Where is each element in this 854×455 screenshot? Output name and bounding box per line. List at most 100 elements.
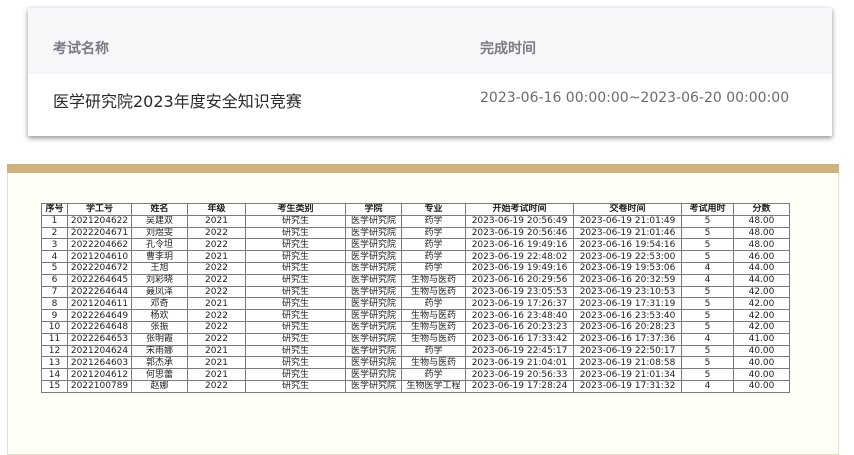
table-cell: 研究生 bbox=[245, 368, 346, 381]
table-cell: 4 bbox=[41, 250, 68, 263]
table-cell: 药学 bbox=[401, 261, 466, 275]
table-cell: 2021 bbox=[187, 356, 246, 370]
table-cell: 生物医学工程 bbox=[401, 379, 466, 393]
table-row: 15 2022100789 赵娜 2022 研究生 医学研究院 生物医学工程 2023-06-… bbox=[41, 379, 790, 393]
table-cell: 3 bbox=[41, 238, 68, 252]
table-cell: 2023-06-19 17:28:24 bbox=[465, 379, 574, 393]
table-cell: 2023-06-19 22:50:17 bbox=[573, 344, 682, 358]
table-cell: 48.00 bbox=[733, 214, 790, 228]
table-cell: 2021204624 bbox=[67, 344, 132, 358]
column-header: 序号 bbox=[41, 203, 68, 216]
table-cell: 2021204610 bbox=[67, 250, 132, 263]
table-cell: 研究生 bbox=[245, 226, 346, 240]
table-cell: 医学研究院 bbox=[345, 344, 402, 358]
table-cell: 2023-06-16 23:48:40 bbox=[465, 309, 574, 322]
table-cell: 研究生 bbox=[245, 297, 346, 311]
table-cell: 医学研究院 bbox=[345, 332, 402, 346]
column-header: 年级 bbox=[187, 203, 246, 216]
table-row: 8 2021204611 邓奇 2021 研究生 医学研究院 药学 2023-06-19 17… bbox=[41, 297, 790, 311]
column-header: 学工号 bbox=[67, 203, 132, 216]
table-cell: 2021 bbox=[187, 214, 246, 228]
table-cell: 吴建双 bbox=[131, 214, 188, 228]
table-cell: 13 bbox=[41, 356, 68, 370]
table-cell: 2022 bbox=[187, 379, 246, 393]
table-cell: 4 bbox=[681, 379, 734, 393]
table-cell: 5 bbox=[681, 297, 734, 311]
table-cell: 2022204671 bbox=[67, 226, 132, 240]
table-cell: 40.00 bbox=[733, 368, 790, 381]
table-cell: 医学研究院 bbox=[345, 261, 402, 275]
table-cell: 5 bbox=[681, 344, 734, 358]
table-cell: 医学研究院 bbox=[345, 285, 402, 299]
table-cell: 2022 bbox=[187, 320, 246, 334]
spreadsheet-screenshot: 序号 学工号 姓名 年级 考生类别 学院 专业 开始考试时间 交卷时间 考试用时 分数 1 20212… bbox=[7, 164, 839, 455]
table-cell: 研究生 bbox=[245, 320, 346, 334]
table-cell: 44.00 bbox=[733, 261, 790, 275]
column-header: 学院 bbox=[345, 203, 402, 216]
table-cell: 研究生 bbox=[245, 261, 346, 275]
table-cell: 研究生 bbox=[245, 238, 346, 252]
table-cell: 2021204612 bbox=[67, 368, 132, 381]
table-cell: 杨欢 bbox=[131, 309, 188, 322]
table-cell: 2023-06-16 20:32:59 bbox=[573, 273, 682, 287]
table-cell: 何思蕾 bbox=[131, 368, 188, 381]
table-cell: 医学研究院 bbox=[345, 309, 402, 322]
table-cell: 12 bbox=[41, 344, 68, 358]
table-cell: 2022264645 bbox=[67, 273, 132, 287]
table-cell: 2023-06-19 22:45:17 bbox=[465, 344, 574, 358]
table-cell: 6 bbox=[41, 273, 68, 287]
table-cell: 2021 bbox=[187, 250, 246, 263]
table-cell: 2022264653 bbox=[67, 332, 132, 346]
table-cell: 40.00 bbox=[733, 379, 790, 393]
exam-name-column-header: 考试名称 bbox=[53, 41, 109, 57]
table-cell: 48.00 bbox=[733, 238, 790, 252]
table-cell: 41.00 bbox=[733, 332, 790, 346]
table-cell: 44.00 bbox=[733, 273, 790, 287]
table-cell: 2023-06-19 19:53:06 bbox=[573, 261, 682, 275]
table-row: 10 2022264648 张振 2022 研究生 医学研究院 生物与医药 2023-06-1… bbox=[41, 320, 790, 334]
table-cell: 5 bbox=[681, 226, 734, 240]
table-row: 11 2022264653 张明霞 2022 研究生 医学研究院 生物与医药 2023-06-… bbox=[41, 332, 790, 346]
table-cell: 2023-06-19 21:08:58 bbox=[573, 356, 682, 370]
table-cell: 邓奇 bbox=[131, 297, 188, 311]
table-cell: 15 bbox=[41, 379, 68, 393]
table-cell: 刘煜雯 bbox=[131, 226, 188, 240]
table-row: 1 2021204622 吴建双 2021 研究生 医学研究院 药学 2023-06-19 2… bbox=[41, 214, 790, 228]
exam-info-card: 考试名称 完成时间 医学研究院2023年度安全知识竞赛 2023-06-16 0… bbox=[28, 8, 832, 136]
table-cell: 张振 bbox=[131, 320, 188, 334]
completion-time-value: 2023-06-16 00:00:00~2023-06-20 00:00:00 bbox=[480, 90, 790, 106]
table-row: 3 2022204662 孔令坦 2022 研究生 医学研究院 药学 2023-06-16 1… bbox=[41, 238, 790, 252]
table-cell: 2023-06-19 23:10:53 bbox=[573, 285, 682, 299]
table-header-row: 序号 学工号 姓名 年级 考生类别 学院 专业 开始考试时间 交卷时间 考试用时 分数 bbox=[41, 203, 790, 216]
table-cell: 4 bbox=[681, 332, 734, 346]
table-cell: 2022 bbox=[187, 238, 246, 252]
table-cell: 医学研究院 bbox=[345, 250, 402, 263]
table-cell: 宋雨娜 bbox=[131, 344, 188, 358]
table-row: 14 2021204612 何思蕾 2021 研究生 医学研究院 药学 2023-06-19 … bbox=[41, 368, 790, 381]
table-cell: 1 bbox=[41, 214, 68, 228]
table-cell: 2021 bbox=[187, 344, 246, 358]
table-cell: 药学 bbox=[401, 368, 466, 381]
table-cell: 医学研究院 bbox=[345, 214, 402, 228]
table-cell: 2023-06-16 20:23:23 bbox=[465, 320, 574, 334]
exam-name-value: 医学研究院2023年度安全知识竞赛 bbox=[53, 92, 302, 111]
table-cell: 医学研究院 bbox=[345, 297, 402, 311]
table-cell: 2021204611 bbox=[67, 297, 132, 311]
table-cell: 2022 bbox=[187, 226, 246, 240]
column-header: 姓名 bbox=[131, 203, 188, 216]
column-header: 考试用时 bbox=[681, 203, 734, 216]
table-cell: 研究生 bbox=[245, 356, 346, 370]
table-cell: 2023-06-19 17:26:37 bbox=[465, 297, 574, 311]
table-cell: 4 bbox=[681, 261, 734, 275]
table-cell: 46.00 bbox=[733, 250, 790, 263]
table-cell: 医学研究院 bbox=[345, 379, 402, 393]
table-cell: 医学研究院 bbox=[345, 273, 402, 287]
table-cell: 42.00 bbox=[733, 285, 790, 299]
table-cell: 5 bbox=[681, 250, 734, 263]
exam-card-header bbox=[28, 8, 832, 74]
table-cell: 研究生 bbox=[245, 214, 346, 228]
table-cell: 2022264644 bbox=[67, 285, 132, 299]
table-cell: 生物与医药 bbox=[401, 285, 466, 299]
table-cell: 2021264603 bbox=[67, 356, 132, 370]
table-cell: 5 bbox=[681, 285, 734, 299]
